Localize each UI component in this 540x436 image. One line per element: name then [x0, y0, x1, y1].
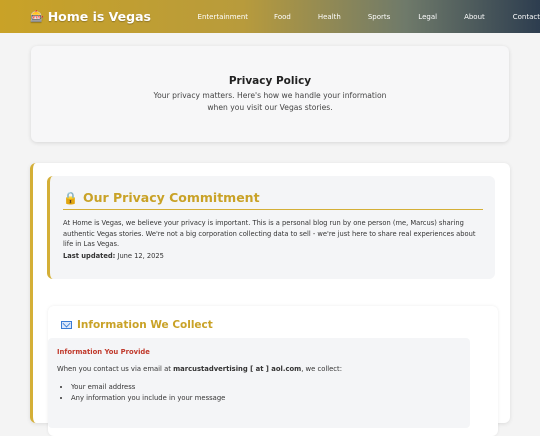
collect-heading: Information We Collect	[61, 319, 498, 331]
information-collect-section: Information We Collect Information You P…	[48, 306, 498, 436]
nav-about[interactable]: About	[464, 13, 485, 21]
hero-section: Privacy Policy Your privacy matters. Her…	[31, 46, 509, 142]
slot-machine-icon: 🎰	[30, 10, 44, 23]
nav-legal[interactable]: Legal	[418, 13, 437, 21]
page-subtitle: Your privacy matters. Here's how we hand…	[31, 90, 509, 114]
main-nav: Entertainment Food Health Sports Legal A…	[168, 13, 540, 21]
mailbox-icon	[61, 321, 72, 329]
nav-health[interactable]: Health	[318, 13, 341, 21]
list-item: Any information you include in your mess…	[71, 393, 461, 404]
contact-email[interactable]: marcustadvertising [ at ] aol.com	[173, 365, 301, 373]
nav-sports[interactable]: Sports	[368, 13, 390, 21]
lock-icon: 🔒	[63, 190, 78, 205]
privacy-commitment-section: 🔒 Our Privacy Commitment At Home is Vega…	[47, 176, 495, 279]
commitment-heading: 🔒 Our Privacy Commitment	[63, 190, 483, 210]
commitment-body: At Home is Vegas, we believe your privac…	[63, 219, 476, 248]
nav-food[interactable]: Food	[274, 13, 291, 21]
page-subtitle-line2: when you visit our Vegas stories.	[207, 103, 333, 112]
provide-intro: When you contact us via email at marcust…	[57, 365, 461, 373]
last-updated: Last updated: June 12, 2025	[63, 252, 483, 260]
provide-intro-text: When you contact us via email at	[57, 365, 171, 373]
provide-heading: Information You Provide	[57, 348, 150, 356]
policy-card: 🔒 Our Privacy Commitment At Home is Vega…	[30, 163, 510, 436]
list-item: Your email address	[71, 382, 461, 393]
last-updated-label: Last updated:	[63, 251, 116, 260]
commitment-heading-text: Our Privacy Commitment	[82, 190, 260, 205]
page-subtitle-line1: Your privacy matters. Here's how we hand…	[153, 91, 387, 100]
nav-contact[interactable]: Contact	[513, 13, 540, 21]
collected-items-list: Your email address Any information you i…	[57, 382, 461, 404]
page-title: Privacy Policy	[228, 75, 312, 87]
last-updated-date: June 12, 2025	[117, 251, 164, 260]
nav-entertainment[interactable]: Entertainment	[198, 13, 249, 21]
site-name: Home is Vegas	[47, 9, 151, 24]
site-header: 🎰 Home is Vegas Entertainment Food Healt…	[0, 0, 540, 33]
collect-heading-text: Information We Collect	[77, 319, 213, 331]
provide-suffix: , we collect:	[301, 365, 343, 373]
site-logo[interactable]: 🎰 Home is Vegas	[30, 9, 168, 24]
info-you-provide-box: Information You Provide When you contact…	[48, 338, 470, 428]
